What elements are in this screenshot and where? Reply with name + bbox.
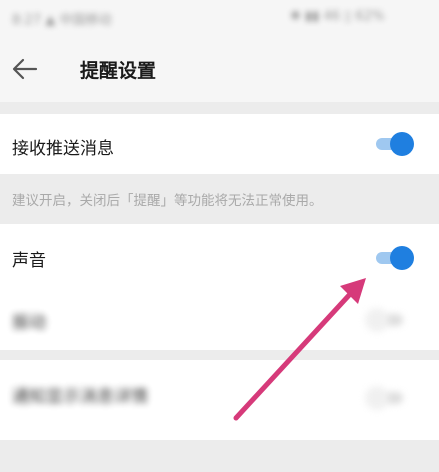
bottom-area [0, 440, 439, 472]
push-hint-area: 建议开启，关闭后「提醒」等功能将无法正常使用。 [0, 174, 439, 224]
push-setting-label: 接收推送消息 [12, 139, 114, 159]
push-hint-text: 建议开启，关闭后「提醒」等功能将无法正常使用。 [12, 193, 323, 209]
top-bar: 提醒设置 [0, 34, 439, 102]
back-arrow-icon[interactable] [10, 54, 40, 84]
sound-setting-label: 声音 [12, 251, 46, 271]
detail-toggle[interactable] [365, 384, 407, 412]
section-divider [0, 102, 439, 114]
vibrate-setting-label: 振动 [12, 313, 46, 333]
status-bar: 8:27 ▲ 中国移动 ✱ ▮▮ 46 ▯ 62% [0, 0, 439, 34]
push-setting-row[interactable]: 接收推送消息 [0, 114, 439, 174]
sound-toggle[interactable] [372, 244, 414, 272]
sound-setting-row[interactable]: 声音 [0, 224, 439, 290]
push-toggle[interactable] [372, 130, 414, 158]
vibrate-toggle[interactable] [365, 306, 407, 334]
section-divider-2 [0, 350, 439, 360]
vibrate-setting-row[interactable]: 振动 [0, 290, 439, 350]
detail-toggle-knob [365, 386, 389, 410]
page-title: 提醒设置 [80, 60, 157, 82]
detail-setting-label: 通知显示消息详情 [12, 387, 148, 407]
detail-setting-row[interactable]: 通知显示消息详情 [0, 360, 439, 440]
push-toggle-knob [390, 132, 414, 156]
vibrate-toggle-knob [365, 308, 389, 332]
status-right-text: ✱ ▮▮ 46 ▯ 62% [290, 9, 385, 24]
sound-toggle-knob [390, 246, 414, 270]
status-left-text: 8:27 ▲ 中国移动 [12, 13, 112, 28]
